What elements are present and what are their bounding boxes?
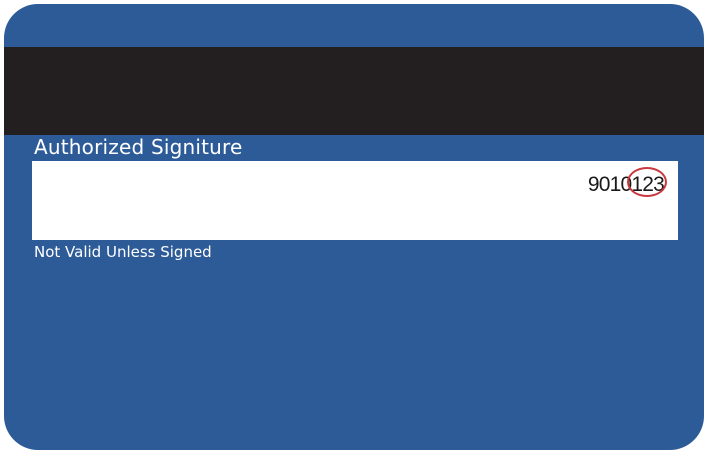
not-valid-notice: Not Valid Unless Signed	[34, 243, 212, 261]
account-digits: 9010	[587, 173, 632, 196]
cvv-highlight: 123	[627, 167, 668, 197]
signature-label: Authorized Signiture	[34, 135, 243, 159]
magnetic-stripe	[4, 47, 704, 135]
security-code: 9010 123	[587, 167, 668, 197]
card-back: Authorized Signiture 9010 123 Not Valid U…	[4, 4, 704, 450]
signature-panel: 9010 123	[32, 161, 678, 240]
